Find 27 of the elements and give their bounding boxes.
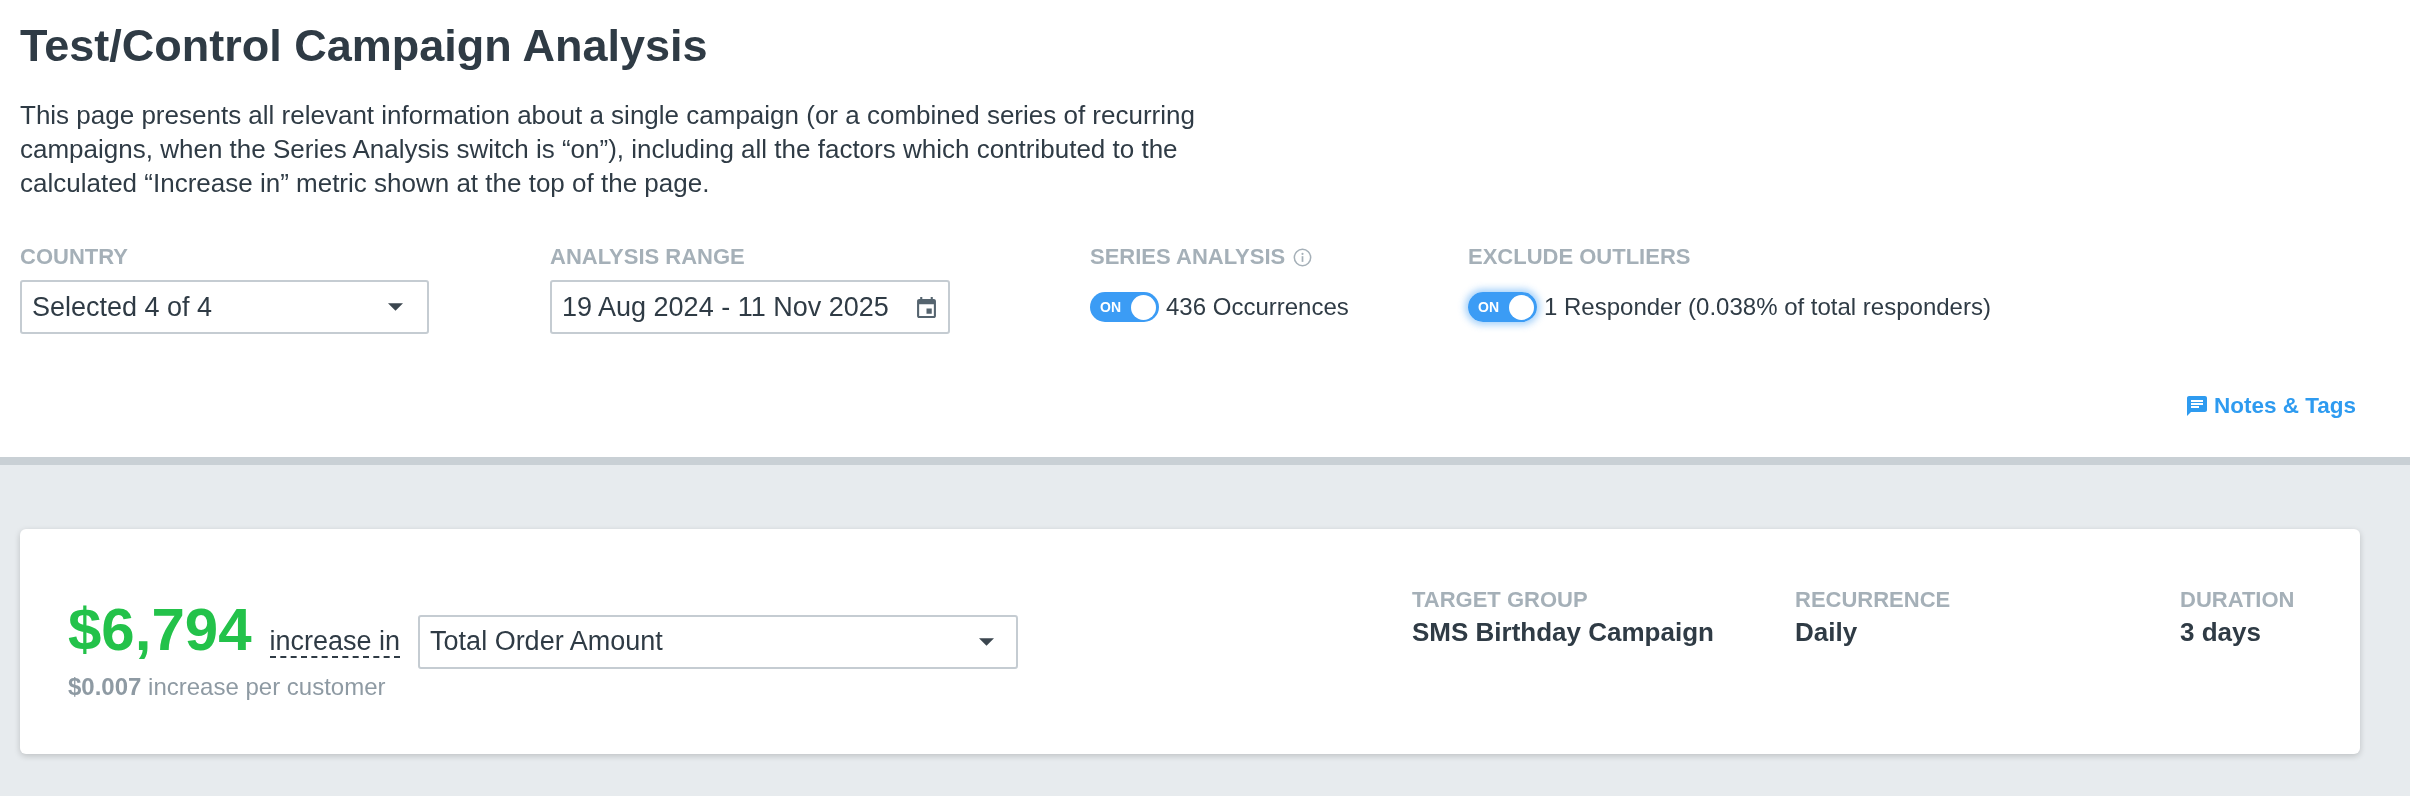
increase-amount: $6,794 [68,595,252,665]
calendar-icon [917,296,936,318]
detail-value: 3 days [2180,616,2262,648]
toggle-description: 436 Occurrences [1166,293,1349,321]
toggle-knob-icon [1509,294,1534,320]
filter-label: EXCLUDE OUTLIERS [1468,244,1691,270]
page-title: Test/Control Campaign Analysis [20,19,709,73]
filter-label: COUNTRY [20,244,128,270]
country-select[interactable]: Selected 4 of 4 [20,280,429,334]
detail-label: RECURRENCE [1795,587,1952,613]
info-icon[interactable] [1293,247,1313,267]
filter-label: SERIES ANALYSIS [1090,244,1286,270]
metric-select[interactable]: Total Order Amount [418,614,1019,669]
toggle-knob-icon [1131,294,1156,320]
detail-label: TARGET GROUP [1412,587,1589,613]
per-customer-increase: $0.007 increase per customer [68,672,387,701]
caret-icon [388,303,403,311]
filter-label: ANALYSIS RANGE [550,244,745,270]
detail-value: SMS Birthday Campaign [1412,616,1715,648]
increase-in-label: increase in [269,626,401,658]
toggle-description: 1 Responder (0.038% of total responders) [1544,293,1991,321]
speech-bubble-icon [2186,396,2207,416]
detail-label: DURATION [2180,587,2296,613]
page-description: This page presents all relevant information about a single campaign (or a combined series of recurring campaigns, when the Series Analysis switch is “on”), including all the factors which contributed to the calculated “Increase in” metric shown at the top of the page. [20,99,1196,200]
detail-value: Daily [1795,616,1859,648]
date-range-field[interactable]: 19 Aug 2024 - 11 Nov 2025 [550,280,950,334]
caret-icon [979,637,995,646]
